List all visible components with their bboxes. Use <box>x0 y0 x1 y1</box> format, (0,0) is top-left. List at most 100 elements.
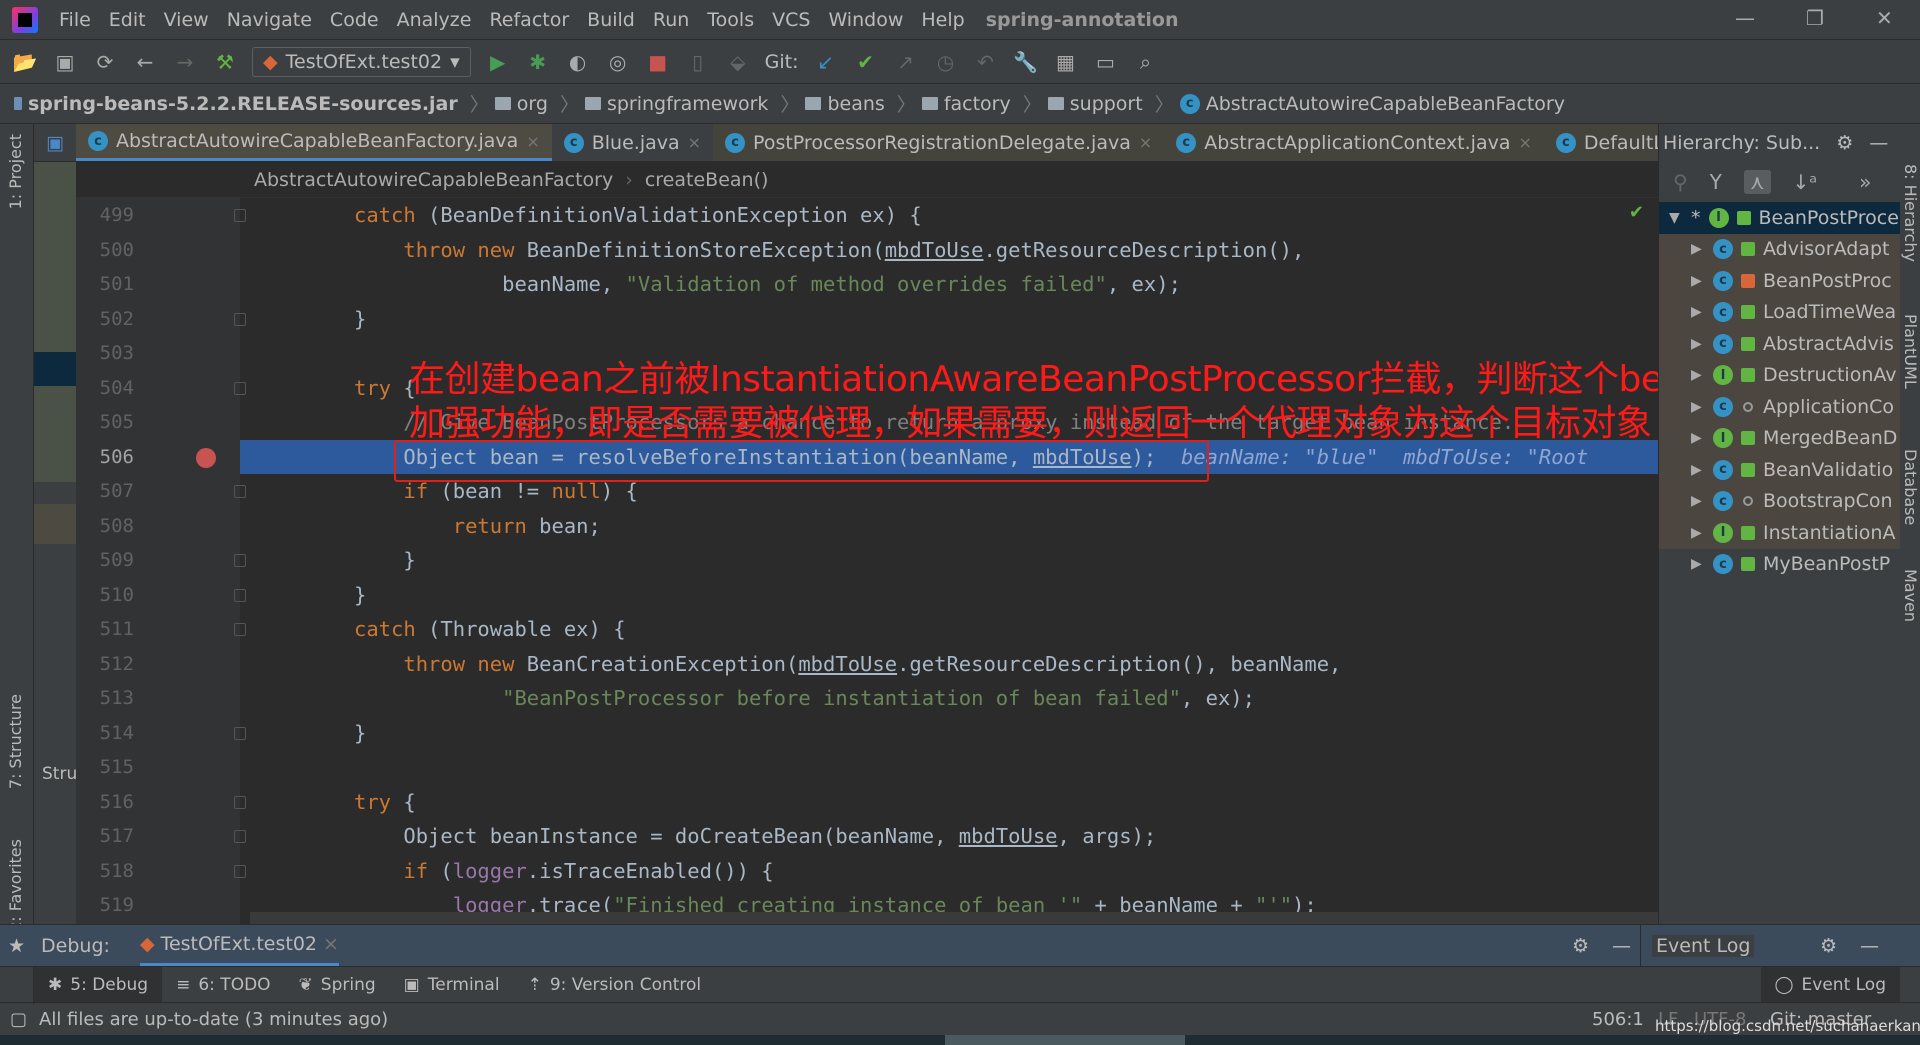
code-line[interactable]: 511 catch (Throwable ex) { <box>76 612 1658 647</box>
coverage-icon[interactable]: ◐ <box>565 50 591 74</box>
class-hierarchy-icon[interactable]: ⋏ <box>1743 170 1771 194</box>
code-line[interactable]: 507 if (bean != null) { <box>76 474 1658 509</box>
fold-marker-icon[interactable] <box>234 588 246 602</box>
profile-icon[interactable]: ◎ <box>605 50 631 74</box>
plantuml-tool-button[interactable]: PlantUML <box>1901 314 1920 389</box>
fold-marker-icon[interactable] <box>234 485 246 498</box>
fold-marker-icon[interactable] <box>234 830 246 843</box>
forward-icon[interactable]: → <box>172 50 198 74</box>
project-structure-icon[interactable]: ▦ <box>1053 50 1079 74</box>
tool-window-0[interactable]: ✱ 5: Debug <box>34 967 163 1002</box>
fold-marker-icon[interactable] <box>234 209 246 222</box>
collapsed-arrow-icon[interactable]: ▶ <box>1691 525 1705 541</box>
caret-position[interactable]: 506:1 <box>1592 1009 1644 1030</box>
tool-window-2[interactable]: ❦ Spring <box>285 967 390 1002</box>
collapsed-arrow-icon[interactable]: ▶ <box>1691 430 1705 446</box>
open-folder-icon[interactable]: 📂 <box>12 50 38 74</box>
structure-tool-button[interactable]: 7: Structure <box>6 694 25 789</box>
hierarchy-item[interactable]: ▶ c BootstrapCon <box>1659 485 1900 517</box>
menu-code[interactable]: Code <box>321 9 388 31</box>
code-line[interactable]: 502} <box>76 302 1658 337</box>
sort-alpha-icon[interactable]: ↓ᵃ <box>1793 170 1818 194</box>
history-icon[interactable]: ◷ <box>933 50 959 74</box>
nav-crumb[interactable]: springframework 〉 <box>584 90 799 117</box>
git-push-icon[interactable]: ↗ <box>893 50 919 74</box>
code-line[interactable]: 517 Object beanInstance = doCreateBean(b… <box>76 819 1658 854</box>
build-hammer-icon[interactable]: ⚒ <box>212 50 238 74</box>
collapsed-arrow-icon[interactable]: ▶ <box>1691 493 1705 509</box>
more-icon[interactable]: » <box>1859 170 1871 194</box>
search-icon[interactable]: ⌕ <box>1133 50 1159 74</box>
collapsed-arrow-icon[interactable]: ▶ <box>1691 462 1705 478</box>
event-log-tool-button[interactable]: ◯ Event Log <box>1760 967 1900 1002</box>
minimize-icon[interactable]: — <box>1860 935 1879 957</box>
menu-analyze[interactable]: Analyze <box>388 9 481 31</box>
rollback-icon[interactable]: ↶ <box>973 50 999 74</box>
gear-icon[interactable]: ⚙ <box>1572 935 1589 957</box>
collapsed-arrow-icon[interactable]: ▶ <box>1691 556 1705 572</box>
hierarchy-item[interactable]: ▶ I InstantiationA <box>1659 517 1900 549</box>
maven-tool-button[interactable]: Maven <box>1901 569 1920 622</box>
hierarchy-item[interactable]: ▶ I DestructionAv <box>1659 359 1900 391</box>
expanded-arrow-icon[interactable]: ▼ <box>1669 210 1683 226</box>
project-tool-button[interactable]: 1: Project <box>6 134 25 209</box>
menu-tools[interactable]: Tools <box>698 9 763 31</box>
code-line[interactable]: 514} <box>76 716 1658 751</box>
git-update-icon[interactable]: ↙ <box>813 50 839 74</box>
attach-debugger-icon[interactable]: ▯ <box>685 50 711 74</box>
hierarchy-item[interactable]: ▶ c LoadTimeWea <box>1659 296 1900 328</box>
git-commit-icon[interactable]: ✔ <box>853 50 879 74</box>
menu-navigate[interactable]: Navigate <box>218 9 321 31</box>
menu-vcs[interactable]: VCS <box>763 9 819 31</box>
fold-marker-icon[interactable] <box>234 864 246 878</box>
nav-crumb[interactable]: org 〉 <box>494 90 579 117</box>
debug-icon[interactable]: ✱ <box>525 50 551 74</box>
nav-crumb[interactable]: beans 〉 <box>805 90 916 117</box>
menu-window[interactable]: Window <box>819 9 912 31</box>
menu-help[interactable]: Help <box>912 9 973 31</box>
project-view-toggle-icon[interactable]: ▣ <box>34 124 76 161</box>
code-line[interactable]: 516 try { <box>76 785 1658 820</box>
nav-crumb[interactable]: support 〉 <box>1047 90 1174 117</box>
hierarchy-item[interactable]: ▶ c ApplicationCo <box>1659 391 1900 423</box>
gear-icon[interactable]: ⚙ <box>1820 935 1837 957</box>
save-icon[interactable]: ▣ <box>52 50 78 74</box>
minimize-icon[interactable]: — <box>1869 132 1888 154</box>
tool-window-1[interactable]: ≡ 6: TODO <box>162 967 284 1002</box>
code-line[interactable]: 510} <box>76 578 1658 613</box>
code-line[interactable]: 512 throw new BeanCreationException(mbdT… <box>76 647 1658 682</box>
minimize-icon[interactable]: — <box>1612 935 1631 957</box>
hierarchy-tool-button[interactable]: 8: Hierarchy <box>1901 164 1920 262</box>
collapsed-arrow-icon[interactable]: ▶ <box>1691 241 1705 257</box>
minimize-button[interactable]: — <box>1735 6 1755 30</box>
close-tab-icon[interactable]: × <box>688 133 701 152</box>
favorites-tool-button[interactable]: 2: Favorites <box>6 839 25 932</box>
nav-crumb[interactable]: c AbstractAutowireCapableBeanFactory <box>1179 93 1565 115</box>
editor-tab[interactable]: c AbstractApplicationContext.java × <box>1164 124 1544 161</box>
fold-marker-icon[interactable] <box>234 623 246 636</box>
debug-session-tab[interactable]: ◆ TestOfExt.test02 × <box>139 925 339 966</box>
favorites-star-icon[interactable]: ★ <box>8 935 25 957</box>
editor-tab[interactable]: c PostProcessorRegistrationDelegate.java × <box>713 124 1165 161</box>
nav-crumb[interactable]: factory 〉 <box>921 90 1042 117</box>
tool-window-4[interactable]: ⇡ 9: Version Control <box>514 967 716 1002</box>
close-tab-icon[interactable]: × <box>1139 133 1152 152</box>
code-line[interactable]: 500 throw new BeanDefinitionStoreExcepti… <box>76 233 1658 268</box>
collapsed-arrow-icon[interactable]: ▶ <box>1691 273 1705 289</box>
menu-file[interactable]: File <box>50 9 100 31</box>
deploy-icon[interactable]: ⬙ <box>725 50 751 74</box>
menu-run[interactable]: Run <box>644 9 698 31</box>
terminal-icon[interactable]: ▭ <box>1093 50 1119 74</box>
editor-tab[interactable]: c AbstractAutowireCapableBeanFactory.java… <box>75 124 552 161</box>
hierarchy-item[interactable]: ▶ c BeanPostProc <box>1659 265 1900 297</box>
fold-marker-icon[interactable] <box>234 381 246 395</box>
stop-icon[interactable]: ■ <box>645 50 671 74</box>
sync-icon[interactable]: ⟳ <box>92 50 118 74</box>
run-configuration-select[interactable]: ◆ TestOfExt.test02 ▾ <box>252 46 471 77</box>
close-button[interactable]: ✕ <box>1876 6 1893 30</box>
collapsed-arrow-icon[interactable]: ▶ <box>1691 336 1705 352</box>
hierarchy-item[interactable]: ▶ I MergedBeanD <box>1659 422 1900 454</box>
back-icon[interactable]: ← <box>132 50 158 74</box>
database-tool-button[interactable]: Database <box>1901 449 1920 525</box>
fold-marker-icon[interactable] <box>234 726 246 740</box>
